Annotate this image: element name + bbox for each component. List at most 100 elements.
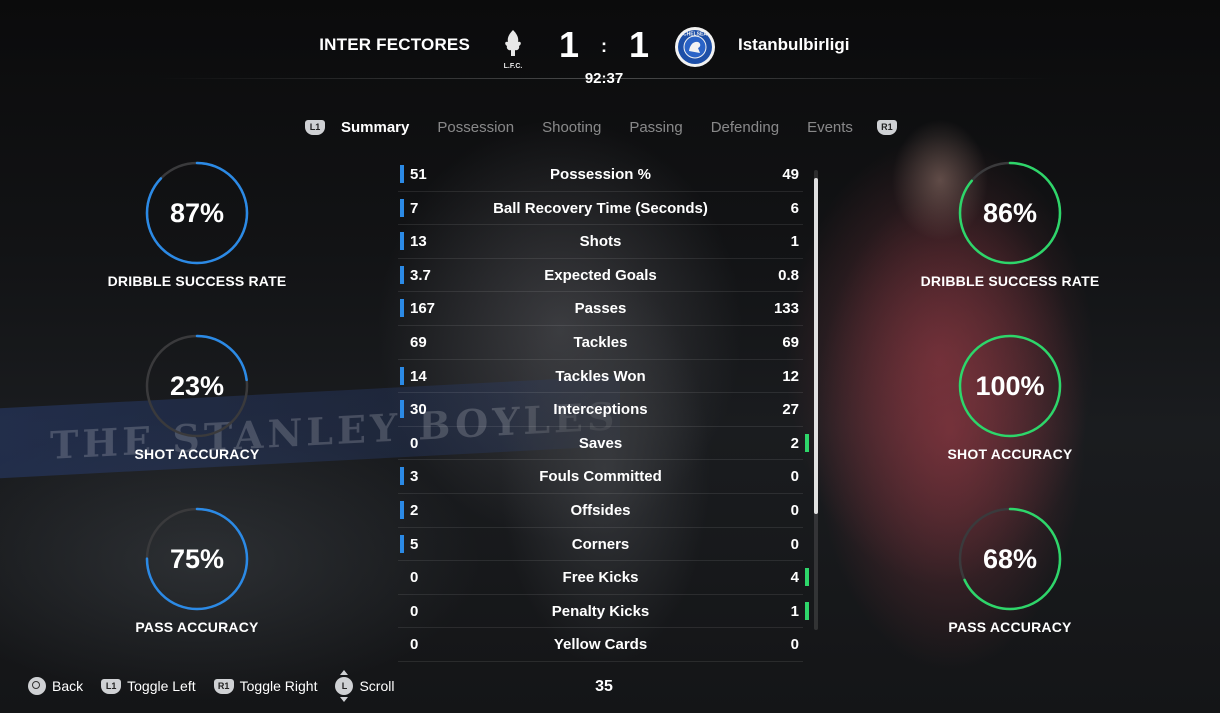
stat-label: Yellow Cards	[553, 636, 648, 654]
stat-row: 2 Offsides 0	[398, 494, 803, 528]
stat-row: 13 Shots 1	[398, 225, 803, 259]
home-pass-gauge: 75%	[145, 507, 249, 611]
home-leader-bar	[400, 366, 404, 385]
stat-away-value: 6	[790, 199, 799, 217]
stat-home-value: 0	[410, 636, 419, 654]
l1-button-icon[interactable]: L1	[305, 119, 325, 135]
stick-up-arrow-icon	[340, 670, 349, 675]
stat-label: Shots	[579, 233, 622, 251]
home-score: 1	[558, 24, 580, 65]
tab-passing[interactable]: Passing	[629, 119, 682, 136]
home-leader-bar	[400, 467, 404, 486]
away-pass-gauge: 68%	[958, 507, 1062, 611]
home-shot-gauge: 23%	[145, 334, 249, 438]
stat-label: Fouls Committed	[539, 468, 662, 486]
stat-home-value: 2	[410, 501, 419, 519]
stat-label: Passes	[574, 300, 627, 318]
tab-events[interactable]: Events	[807, 119, 853, 136]
scrollbar-thumb[interactable]	[814, 178, 818, 514]
stat-row: 14 Tackles Won 12	[398, 360, 803, 394]
away-dribble-gauge: 86%	[958, 161, 1062, 265]
away-leader-bar	[805, 601, 809, 620]
stat-row: 0 Free Kicks 4	[398, 561, 809, 595]
away-pass-label: PASS ACCURACY	[948, 619, 1072, 635]
tab-defending[interactable]: Defending	[711, 119, 779, 136]
l1-button-icon: L1	[101, 678, 122, 694]
home-pass-value: 75%	[169, 544, 225, 574]
away-shot-gauge: 100%	[958, 334, 1062, 438]
home-leader-bar	[400, 400, 404, 419]
stat-label: Ball Recovery Time (Seconds)	[493, 199, 708, 217]
stat-label: Expected Goals	[544, 266, 657, 284]
tab-shooting[interactable]: Shooting	[542, 119, 601, 136]
circle-button-icon	[28, 677, 46, 695]
stat-home-value: 51	[410, 166, 427, 183]
stats-table: 51 Possession % 49 7 Ball Recovery Time (Sec…	[398, 158, 809, 662]
stat-away-value: 0	[790, 501, 799, 519]
stat-away-value: 49	[782, 166, 799, 183]
tab-possession[interactable]: Possession	[437, 119, 514, 136]
scroll-hint[interactable]: L Scroll	[335, 670, 394, 702]
stat-home-value: 30	[410, 401, 427, 419]
stat-away-value: 1	[790, 602, 799, 620]
back-hint[interactable]: Back	[28, 677, 83, 695]
stat-label: Penalty Kicks	[551, 602, 650, 620]
stat-home-value: 7	[410, 199, 419, 217]
stat-home-value: 0	[410, 602, 419, 620]
home-team-name: INTER FECTORES	[319, 35, 470, 54]
stat-away-value: 12	[782, 367, 799, 385]
stat-away-value: 0	[790, 468, 799, 486]
home-pass-label: PASS ACCURACY	[135, 619, 259, 635]
left-stick-icon: L	[335, 670, 354, 702]
stat-label: Saves	[578, 434, 623, 452]
stat-label: Possession %	[550, 166, 651, 183]
toggle-right-hint[interactable]: R1 Toggle Right	[213, 678, 318, 694]
away-crest-text: CHELSEA	[683, 32, 707, 38]
home-dribble-label: DRIBBLE SUCCESS RATE	[107, 273, 287, 289]
stat-row: 3 Fouls Committed 0	[398, 460, 803, 494]
stat-home-value: 13	[410, 233, 427, 251]
stat-row: 0 Penalty Kicks 1	[398, 595, 809, 629]
stat-home-value: 3	[410, 468, 419, 486]
away-dribble-value: 86%	[982, 198, 1038, 228]
chelsea-crest-icon: CHELSEA	[675, 27, 715, 67]
home-dribble-gauge: 87%	[145, 161, 249, 265]
stat-row: 30 Interceptions 27	[398, 393, 803, 427]
toggle-left-label: Toggle Left	[127, 678, 196, 694]
stat-row: 0 Yellow Cards 0	[398, 628, 803, 662]
stat-row: 7 Ball Recovery Time (Seconds) 6	[398, 192, 803, 226]
score-separator: :	[601, 36, 607, 56]
header-divider	[155, 78, 1055, 79]
tab-summary[interactable]: Summary	[341, 119, 409, 136]
away-shot-label: SHOT ACCURACY	[947, 446, 1073, 462]
stat-home-value: 5	[410, 535, 419, 553]
r1-button-icon[interactable]: R1	[876, 119, 897, 135]
home-dribble-value: 87%	[169, 198, 225, 228]
stat-label: Tackles Won	[555, 367, 646, 385]
home-crest-text: L.F.C.	[504, 63, 523, 70]
home-leader-bar	[400, 534, 404, 553]
stat-home-value: 0	[410, 434, 419, 452]
stat-row: 5 Corners 0	[398, 528, 803, 562]
away-team-name: Istanbulbirligi	[738, 35, 850, 54]
stats-tabs: L1 Summary Possession Shooting Passing D…	[305, 115, 897, 139]
away-pass-value: 68%	[982, 544, 1038, 574]
away-score: 1	[628, 24, 650, 65]
away-dribble-label: DRIBBLE SUCCESS RATE	[920, 273, 1100, 289]
home-shot-label: SHOT ACCURACY	[134, 446, 260, 462]
away-shot-value: 100%	[975, 371, 1045, 401]
away-leader-bar	[805, 568, 809, 587]
stat-home-value: 69	[410, 333, 427, 351]
home-leader-bar	[400, 165, 404, 183]
home-leader-bar	[400, 500, 404, 519]
toggle-right-label: Toggle Right	[239, 678, 318, 694]
stat-label: Interceptions	[553, 401, 648, 419]
stat-row: 167 Passes 133	[398, 292, 803, 326]
stat-row: 69 Tackles 69	[398, 326, 803, 360]
page-number: 35	[595, 678, 613, 695]
stat-home-value: 167	[410, 300, 436, 318]
toggle-left-hint[interactable]: L1 Toggle Left	[101, 678, 196, 694]
stat-away-value: 0	[790, 535, 799, 553]
stat-away-value: 4	[790, 569, 799, 587]
stat-away-value: 0.8	[778, 266, 799, 284]
